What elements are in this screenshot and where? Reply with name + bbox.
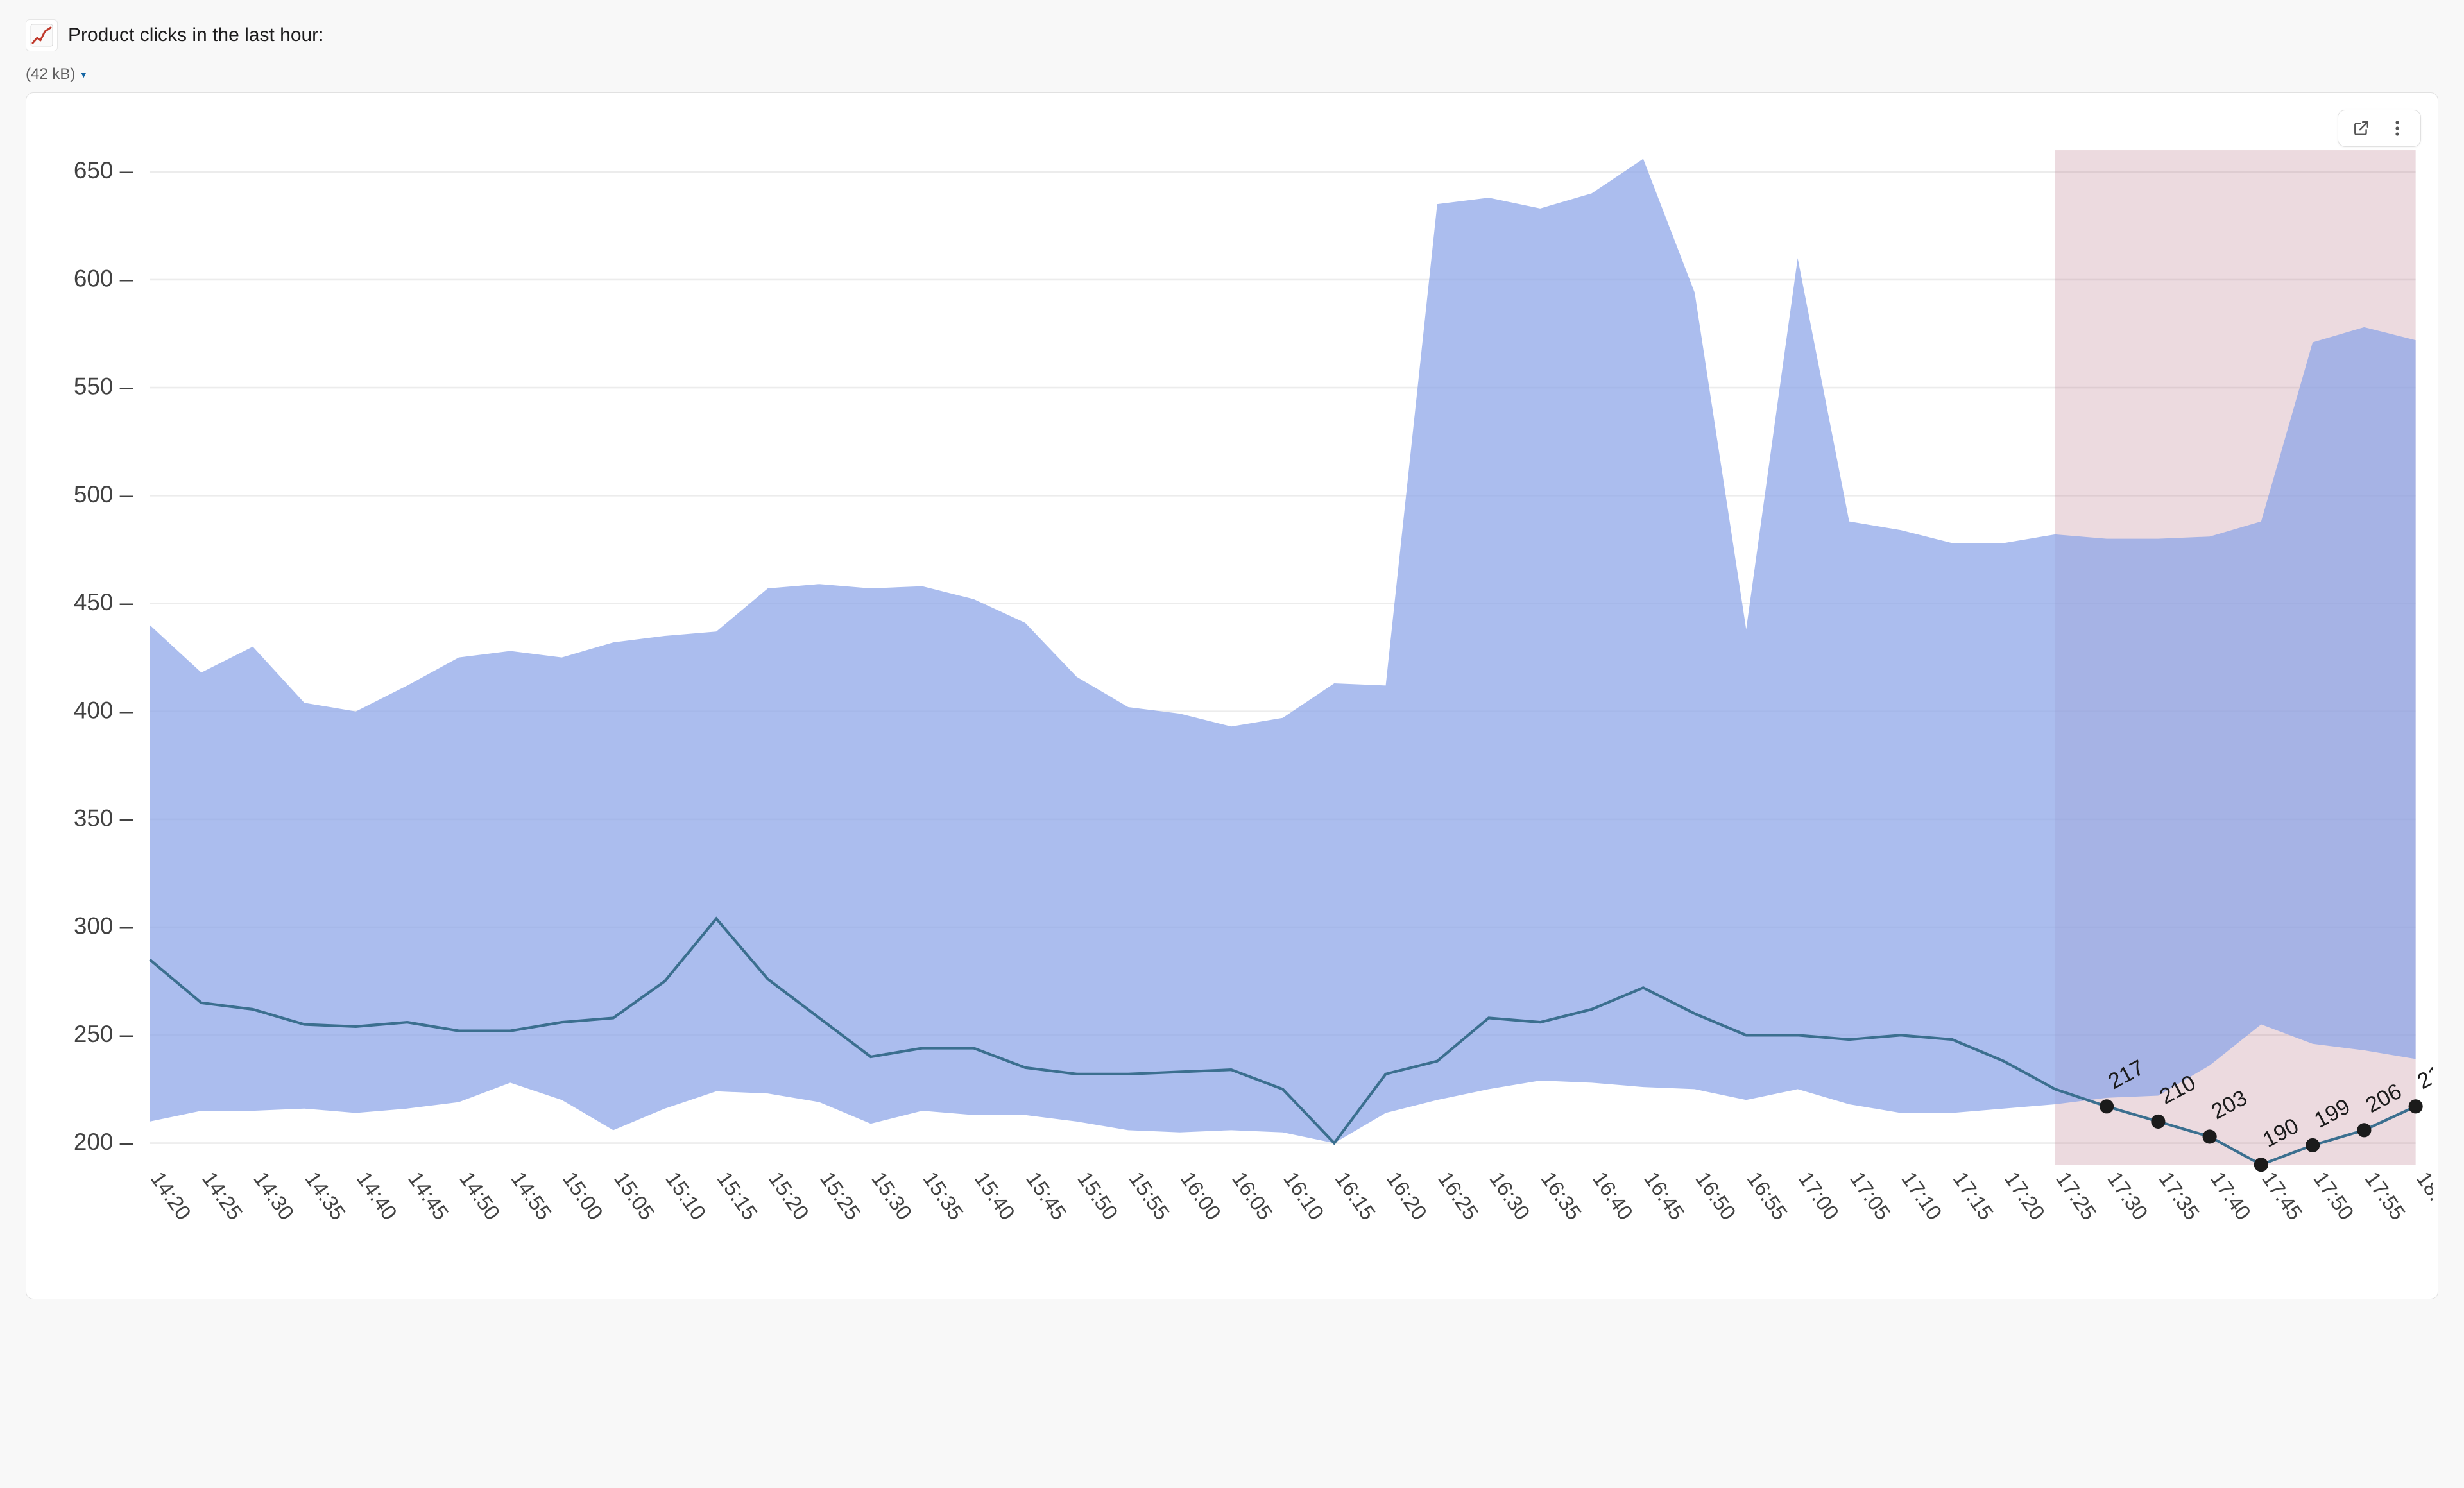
x-tick-label: 14:55 xyxy=(507,1167,557,1224)
attachment-size-toggle[interactable]: (42 kB) ▼ xyxy=(26,65,2438,83)
message-title: Product clicks in the last hour: xyxy=(68,24,324,46)
x-tick-label: 14:25 xyxy=(198,1167,248,1224)
data-point xyxy=(2254,1158,2268,1172)
x-tick-label: 16:00 xyxy=(1176,1167,1226,1224)
data-point xyxy=(2357,1123,2371,1137)
x-tick-label: 17:00 xyxy=(1794,1167,1844,1224)
x-tick-label: 15:25 xyxy=(816,1167,866,1224)
more-actions-button[interactable] xyxy=(2388,119,2406,137)
attachment-size-label: (42 kB) xyxy=(26,65,75,83)
x-tick-label: 17:55 xyxy=(2361,1167,2411,1224)
open-external-button[interactable] xyxy=(2352,119,2370,137)
x-tick-label: 16:30 xyxy=(1485,1167,1535,1224)
y-tick-label: 500 – xyxy=(74,481,133,508)
x-tick-label: 17:05 xyxy=(1845,1167,1895,1224)
x-tick-label: 17:35 xyxy=(2155,1167,2205,1224)
x-tick-label: 15:50 xyxy=(1073,1167,1123,1224)
x-tick-label: 16:35 xyxy=(1537,1167,1587,1224)
data-point xyxy=(2151,1115,2165,1129)
x-tick-label: 17:25 xyxy=(2051,1167,2101,1224)
x-tick-label: 18:00 xyxy=(2412,1167,2433,1224)
x-tick-label: 17:30 xyxy=(2103,1167,2153,1224)
x-tick-label: 14:40 xyxy=(352,1167,402,1224)
x-tick-label: 17:45 xyxy=(2257,1167,2307,1224)
x-tick-label: 15:30 xyxy=(867,1167,917,1224)
data-point xyxy=(2203,1129,2217,1143)
x-tick-label: 15:20 xyxy=(764,1167,814,1224)
x-tick-label: 17:15 xyxy=(1949,1167,1999,1224)
x-tick-label: 16:40 xyxy=(1588,1167,1638,1224)
chart-actions xyxy=(2338,110,2421,147)
y-tick-label: 400 – xyxy=(74,697,133,723)
x-tick-label: 16:50 xyxy=(1691,1167,1741,1224)
x-tick-label: 15:35 xyxy=(919,1167,969,1224)
y-tick-label: 600 – xyxy=(74,265,133,291)
x-tick-label: 16:05 xyxy=(1228,1167,1278,1224)
x-tick-label: 14:35 xyxy=(300,1167,350,1224)
x-tick-label: 15:00 xyxy=(558,1167,608,1224)
y-tick-label: 450 – xyxy=(74,589,133,615)
message-header: Product clicks in the last hour: xyxy=(26,19,2438,51)
x-tick-label: 14:20 xyxy=(146,1167,196,1224)
x-tick-label: 15:40 xyxy=(970,1167,1020,1224)
x-tick-label: 17:20 xyxy=(2000,1167,2050,1224)
y-tick-label: 300 – xyxy=(74,913,133,939)
x-tick-label: 14:45 xyxy=(404,1167,454,1224)
chevron-down-icon: ▼ xyxy=(79,69,88,80)
y-tick-label: 550 – xyxy=(74,373,133,400)
x-tick-label: 16:25 xyxy=(1433,1167,1484,1224)
x-tick-label: 15:55 xyxy=(1125,1167,1175,1224)
x-tick-label: 15:45 xyxy=(1022,1167,1072,1224)
chart-increasing-icon xyxy=(26,19,58,51)
open-external-icon xyxy=(2353,120,2370,137)
chart-card: 200 – 250 – 300 – 350 – 400 – 450 – 500 – 550 –… xyxy=(26,92,2438,1299)
x-tick-label: 15:10 xyxy=(661,1167,711,1224)
x-tick-label: 15:15 xyxy=(713,1167,763,1224)
x-tick-label: 14:30 xyxy=(249,1167,299,1224)
data-point xyxy=(2409,1099,2423,1113)
data-point-label: 217 xyxy=(2413,1056,2433,1094)
x-tick-label: 17:10 xyxy=(1897,1167,1947,1224)
y-tick-label: 650 – xyxy=(74,157,133,184)
x-tick-label: 17:40 xyxy=(2206,1167,2256,1224)
x-tick-label: 15:05 xyxy=(610,1167,660,1224)
data-point xyxy=(2306,1138,2320,1152)
x-tick-label: 14:50 xyxy=(455,1167,505,1224)
x-tick-label: 16:15 xyxy=(1331,1167,1381,1224)
more-vertical-icon xyxy=(2395,120,2400,137)
y-tick-label: 350 – xyxy=(74,805,133,831)
data-point xyxy=(2100,1099,2114,1113)
chart-plot: 200 – 250 – 300 – 350 – 400 – 450 – 500 – 550 –… xyxy=(31,99,2433,1283)
x-tick-label: 17:50 xyxy=(2309,1167,2359,1224)
x-tick-label: 16:20 xyxy=(1382,1167,1432,1224)
x-tick-label: 16:45 xyxy=(1639,1167,1690,1224)
x-tick-label: 16:10 xyxy=(1279,1167,1329,1224)
y-tick-label: 200 – xyxy=(74,1129,133,1155)
x-tick-label: 16:55 xyxy=(1743,1167,1793,1224)
y-tick-label: 250 – xyxy=(74,1021,133,1047)
